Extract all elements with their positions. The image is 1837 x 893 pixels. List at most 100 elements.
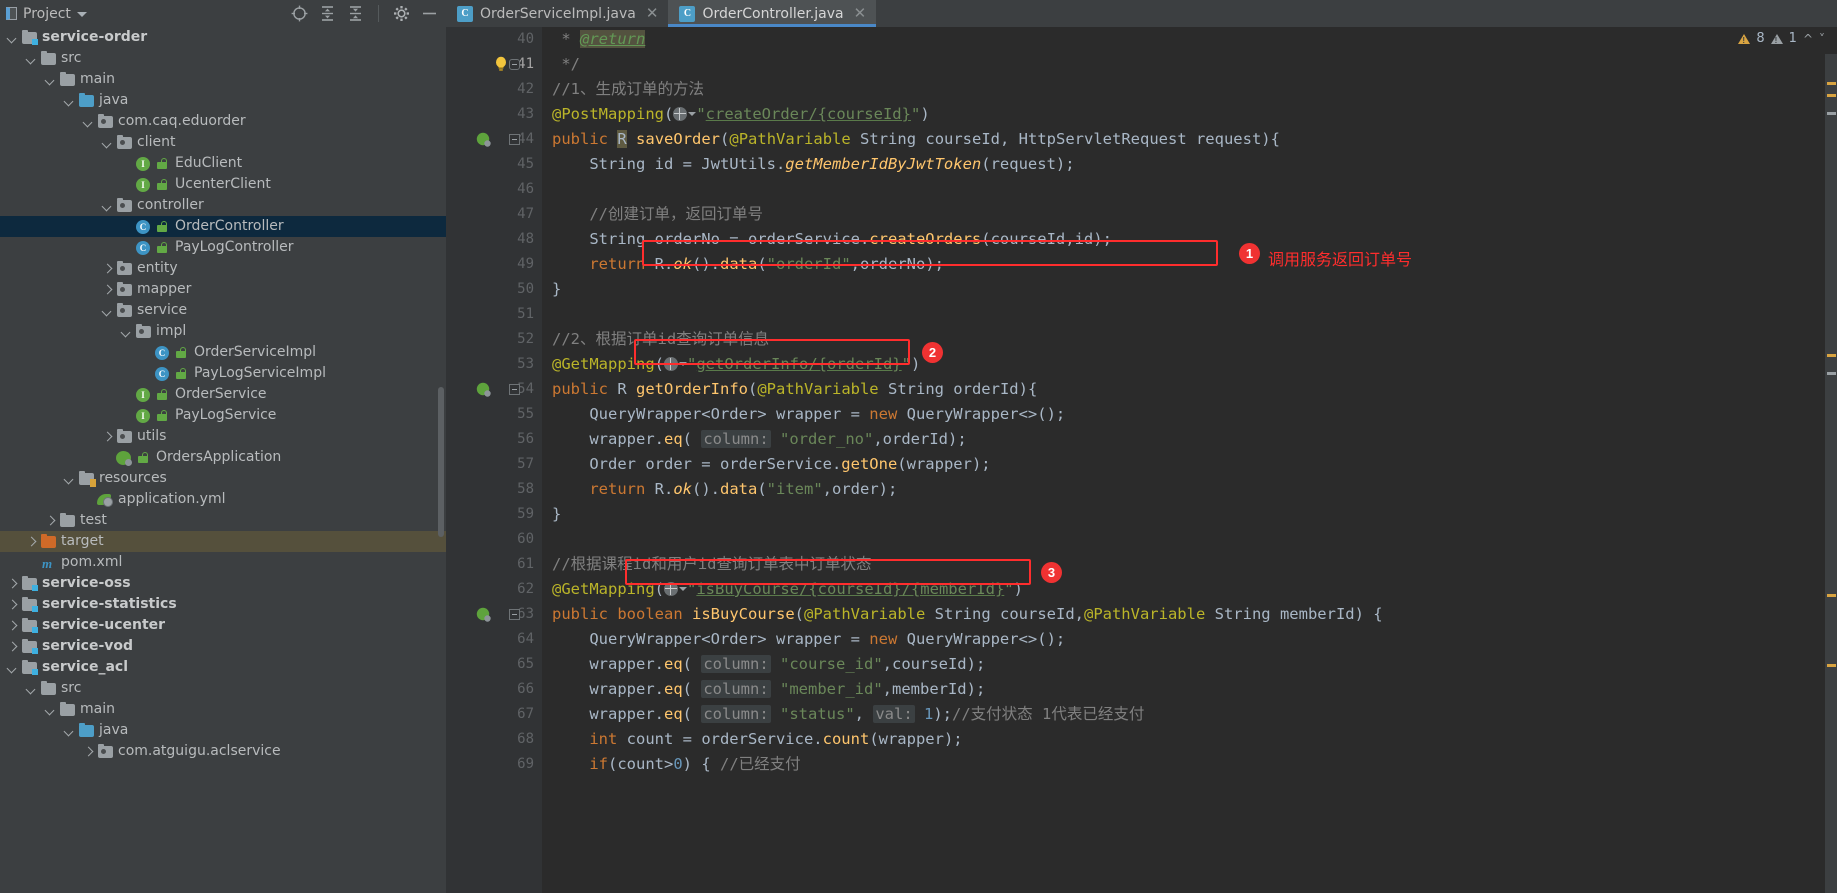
code-fold-marker[interactable] [509,52,520,77]
tree-item-paylogserviceimpl[interactable]: C PayLogServiceImpl [0,363,446,384]
code-line[interactable]: @GetMapping("getOrderInfo/{orderId}") [542,352,1383,377]
code-line[interactable]: QueryWrapper<Order> wrapper = new QueryW… [542,402,1383,427]
code-line[interactable]: public R saveOrder(@PathVariable String … [542,127,1383,152]
spring-endpoint-icon[interactable] [476,132,491,147]
tree-item-main[interactable]: main [0,69,446,90]
chevron-down-icon[interactable] [65,474,74,483]
close-icon[interactable]: ✕ [646,6,659,21]
project-panel-header[interactable]: Project [0,0,446,27]
tree-item-client[interactable]: client [0,132,446,153]
tree-item-orderserviceimpl[interactable]: C OrderServiceImpl [0,342,446,363]
code-line[interactable]: QueryWrapper<Order> wrapper = new QueryW… [542,627,1383,652]
intention-bulb-icon[interactable] [494,56,508,72]
code-line[interactable]: //创建订单，返回订单号 [542,202,1383,227]
tree-item-com-caq-eduorder[interactable]: com.caq.eduorder [0,111,446,132]
code-line[interactable]: return R.ok().data("item",order); [542,477,1383,502]
chevron-down-icon[interactable] [103,201,112,210]
code-fold-marker[interactable] [509,377,520,402]
spring-endpoint-icon[interactable] [476,607,491,622]
code-line[interactable]: public R getOrderInfo(@PathVariable Stri… [542,377,1383,402]
stripe-marker[interactable] [1827,354,1836,357]
editor-gutter[interactable]: 40 41 42 43 44 45 46 47 48 49 50 51 52 53 54 55 56 57 58 59… [446,27,542,893]
code-line[interactable]: Order order = orderService.getOne(wrappe… [542,452,1383,477]
tree-item-service-oss[interactable]: service-oss [0,573,446,594]
code-line[interactable]: //1、生成订单的方法 [542,77,1383,102]
tree-item-service-vod[interactable]: service-vod [0,636,446,657]
chevron-down-icon[interactable] [27,684,36,693]
tree-item-com-atguigu-aclservice[interactable]: com.atguigu.aclservice [0,741,446,762]
chevron-down-icon[interactable]: ˅ [1819,32,1825,46]
error-stripe-bar[interactable] [1825,54,1837,893]
code-line[interactable] [542,177,1383,202]
chevron-right-icon[interactable] [103,285,112,294]
tree-item-ucenterclient[interactable]: I UcenterClient [0,174,446,195]
tree-item-orderservice[interactable]: I OrderService [0,384,446,405]
tree-item-mapper[interactable]: mapper [0,279,446,300]
inspection-widget[interactable]: 8 1 ^ ˅ [1738,31,1825,46]
code-line[interactable]: */ [542,52,1383,77]
tree-item-target[interactable]: target [0,531,446,552]
code-line[interactable]: wrapper.eq( column: "course_id",courseId… [542,652,1383,677]
chevron-right-icon[interactable] [8,600,17,609]
code-line[interactable]: * @return [542,27,1383,52]
chevron-right-icon[interactable] [84,747,93,756]
tree-item-main[interactable]: main [0,699,446,720]
editor-tab-0[interactable]: C OrderServiceImpl.java ✕ [446,0,668,27]
tree-item-src[interactable]: src [0,678,446,699]
chevron-down-icon[interactable] [8,33,17,42]
chevron-right-icon[interactable] [46,516,55,525]
close-icon[interactable]: ✕ [854,6,867,21]
code-line[interactable]: int count = orderService.count(wrapper); [542,727,1383,752]
chevron-right-icon[interactable] [8,621,17,630]
tree-item-pom-xml[interactable]: m pom.xml [0,552,446,573]
tree-item-application-yml[interactable]: application.yml [0,489,446,510]
tree-item-resources[interactable]: resources [0,468,446,489]
hide-icon[interactable] [421,5,438,22]
code-line[interactable]: String id = JwtUtils.getMemberIdByJwtTok… [542,152,1383,177]
chevron-down-icon[interactable] [122,327,131,336]
locate-icon[interactable] [291,5,308,22]
code-line[interactable]: //根据课程id和用户id查询订单表中订单状态 [542,552,1383,577]
code-line[interactable]: wrapper.eq( column: "status", val: 1);//… [542,702,1383,727]
tree-item-paylogservice[interactable]: I PayLogService [0,405,446,426]
chevron-down-icon[interactable] [103,306,112,315]
code-line[interactable]: wrapper.eq( column: "member_id",memberId… [542,677,1383,702]
code-line[interactable]: @PostMapping("createOrder/{courseId}") [542,102,1383,127]
code-line[interactable]: if(count>0) { //已经支付 [542,752,1383,777]
stripe-marker[interactable] [1827,94,1836,97]
chevron-right-icon[interactable] [27,537,36,546]
tree-item-utils[interactable]: utils [0,426,446,447]
chevron-down-icon[interactable] [27,54,36,63]
chevron-down-icon[interactable] [103,138,112,147]
code-fold-marker[interactable] [509,602,520,627]
tree-item-ordercontroller[interactable]: C OrderController [0,216,446,237]
code-line[interactable]: @GetMapping("isBuyCourse/{courseId}/{mem… [542,577,1383,602]
stripe-marker[interactable] [1827,594,1836,597]
chevron-right-icon[interactable] [103,432,112,441]
tree-item-service-statistics[interactable]: service-statistics [0,594,446,615]
chevron-down-icon[interactable] [46,75,55,84]
gear-icon[interactable] [393,5,410,22]
code-line[interactable] [542,527,1383,552]
chevron-down-icon[interactable] [76,12,87,17]
stripe-marker[interactable] [1827,82,1836,85]
chevron-right-icon[interactable] [8,642,17,651]
tree-item-service-order[interactable]: service-order [0,27,446,48]
stripe-marker[interactable] [1827,112,1836,115]
tree-item-test[interactable]: test [0,510,446,531]
expand-all-icon[interactable] [319,5,336,22]
code-content-area[interactable]: * @return *///1、生成订单的方法 @PostMapping("cre… [542,27,1837,893]
code-editor[interactable]: 40 41 42 43 44 45 46 47 48 49 50 51 52 53 54 55 56 57 58 59… [446,27,1837,893]
code-fold-marker[interactable] [509,127,520,152]
chevron-down-icon[interactable] [65,96,74,105]
code-line[interactable]: } [542,277,1383,302]
tree-item-ordersapplication[interactable]: OrdersApplication [0,447,446,468]
chevron-down-icon[interactable] [65,726,74,735]
chevron-down-icon[interactable] [84,117,93,126]
chevron-down-icon[interactable] [8,663,17,672]
tree-item-service-acl[interactable]: service_acl [0,657,446,678]
tree-item-service-ucenter[interactable]: service-ucenter [0,615,446,636]
code-line[interactable]: public boolean isBuyCourse(@PathVariable… [542,602,1383,627]
tree-item-controller[interactable]: controller [0,195,446,216]
tree-item-service[interactable]: service [0,300,446,321]
